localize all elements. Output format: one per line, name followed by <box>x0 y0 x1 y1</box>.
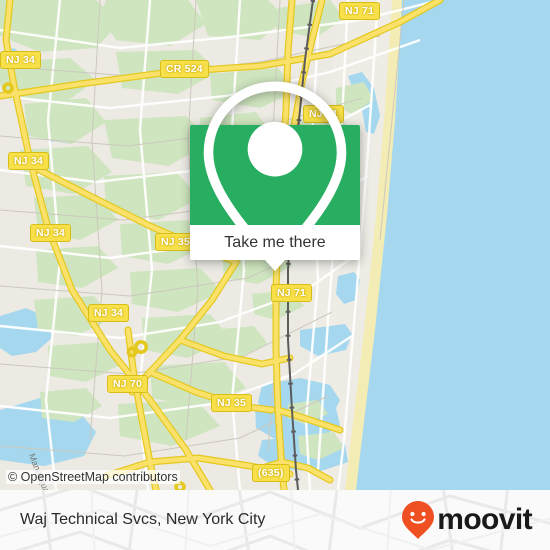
road-shield-label: NJ 34 <box>94 306 124 319</box>
road-shield-label: NJ 35 <box>161 235 191 248</box>
page-footer: Waj Technical Svcs, New York City moovit <box>0 490 550 550</box>
map-canvas[interactable]: NJ 34 CR 524 NJ 71 NJ 71 NJ 34 NJ 34 NJ 35 NJ 7… <box>0 0 550 490</box>
moovit-brand[interactable]: moovit <box>401 490 533 550</box>
road-shield-label: NJ 70 <box>113 377 143 390</box>
road-shield: NJ 34 <box>88 304 130 322</box>
location-popup[interactable]: Take me there <box>190 81 360 272</box>
popup-tail <box>264 259 286 271</box>
moovit-smiley-pin-icon <box>402 501 435 539</box>
road-shield: NJ 70 <box>107 375 149 393</box>
road-shield: NJ 34 <box>0 51 42 69</box>
road-shield-label: NJ 34 <box>36 226 66 239</box>
road-shield-label: NJ 34 <box>6 53 36 66</box>
moovit-wordmark: moovit <box>437 503 532 536</box>
road-shield-label: NJ 34 <box>14 154 44 167</box>
popup-image-area <box>190 81 360 272</box>
map-page: NJ 34 CR 524 NJ 71 NJ 71 NJ 34 NJ 34 NJ 35 NJ 7… <box>0 0 550 550</box>
road-shield: (635) <box>252 464 290 482</box>
road-shield: NJ 34 <box>8 152 50 170</box>
take-me-there-label: Take me there <box>224 233 326 251</box>
map-pin-icon <box>203 81 347 272</box>
road-shield: NJ 34 <box>30 224 72 242</box>
osm-attribution[interactable]: © OpenStreetMap contributors <box>6 470 180 484</box>
place-title: Waj Technical Svcs, New York City <box>20 511 266 528</box>
road-shield-label: (635) <box>258 466 284 479</box>
